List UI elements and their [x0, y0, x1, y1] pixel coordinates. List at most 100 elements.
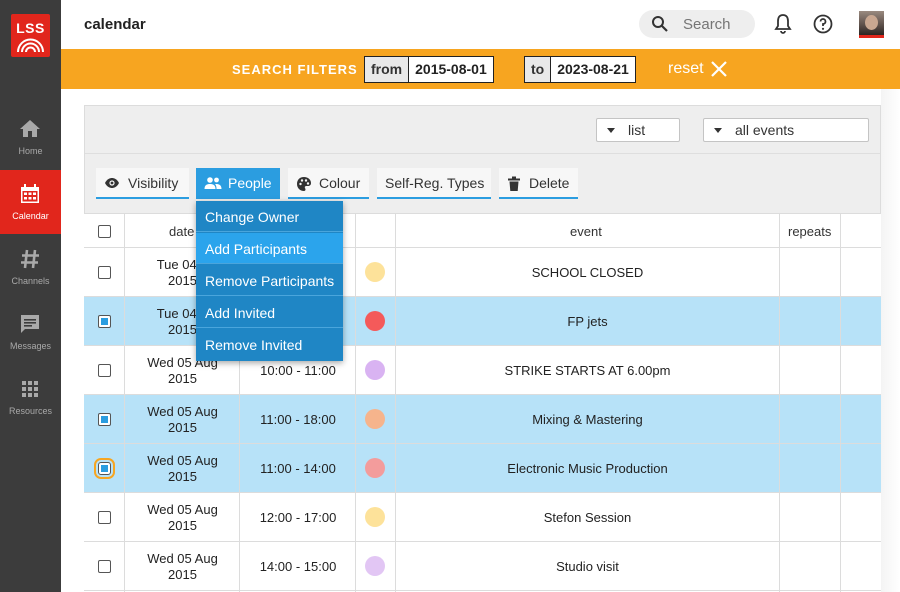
row-checkbox[interactable]: [98, 364, 111, 377]
time-cell: 14:00 - 15:00: [259, 559, 337, 574]
to-label: to: [525, 57, 552, 82]
search-icon: [652, 16, 668, 32]
sidebar-item-label: Messages: [9, 341, 52, 351]
to-date-field[interactable]: to 2023-08-21: [524, 56, 636, 83]
column-divider: [840, 213, 841, 592]
sidebar: LSS Home Calendar Channels Messages Reso…: [0, 0, 61, 592]
from-date-field[interactable]: from 2015-08-01: [364, 56, 494, 83]
sidebar-item-home[interactable]: Home: [0, 105, 61, 169]
sidebar-item-messages[interactable]: Messages: [0, 300, 61, 364]
user-avatar[interactable]: [859, 11, 884, 38]
row-checkbox[interactable]: [98, 560, 111, 573]
to-date-value[interactable]: 2023-08-21: [551, 57, 635, 82]
sidebar-item-label: Calendar: [12, 211, 49, 221]
sidebar-item-channels[interactable]: Channels: [0, 235, 61, 299]
scroll-edge: [881, 89, 900, 592]
event-cell: SCHOOL CLOSED: [531, 265, 644, 280]
self-reg-types-button[interactable]: Self-Reg. Types: [377, 168, 491, 199]
menu-item-add-participants[interactable]: Add Participants: [196, 233, 343, 264]
column-divider: [124, 213, 125, 592]
table-row[interactable]: Wed 05 Aug 2015 14:00 - 15:00 Studio visi…: [84, 542, 881, 591]
wifi-arcs-icon: [17, 38, 44, 53]
reset-button[interactable]: reset: [668, 60, 704, 78]
chat-icon: [21, 315, 39, 333]
colour-button[interactable]: Colour: [288, 168, 369, 199]
column-header-repeats[interactable]: repeats: [788, 224, 831, 239]
from-label: from: [365, 57, 410, 82]
delete-label: Delete: [529, 175, 570, 191]
bell-icon[interactable]: [771, 12, 795, 36]
events-filter-select[interactable]: all events: [703, 118, 869, 142]
help-icon[interactable]: [811, 12, 835, 36]
column-divider: [779, 213, 780, 592]
search-box[interactable]: [639, 10, 755, 38]
time-cell: 12:00 - 17:00: [259, 510, 337, 525]
event-colour-dot: [365, 556, 385, 576]
search-filters-label: SEARCH FILTERS: [232, 62, 358, 77]
logo-text: LSS: [16, 20, 45, 36]
event-cell: STRIKE STARTS AT 6.00pm: [504, 363, 671, 378]
visibility-label: Visibility: [128, 175, 179, 191]
column-header-date[interactable]: date: [169, 224, 194, 239]
divider: [85, 153, 880, 154]
menu-item-remove-invited[interactable]: Remove Invited: [196, 329, 343, 360]
close-icon[interactable]: [710, 60, 728, 78]
trash-icon: [508, 176, 520, 191]
event-colour-dot: [365, 409, 385, 429]
grid-icon: [22, 381, 38, 397]
event-colour-dot: [365, 360, 385, 380]
event-colour-dot: [365, 311, 385, 331]
event-cell: FP jets: [567, 314, 608, 329]
event-colour-dot: [365, 262, 385, 282]
time-cell: 11:00 - 18:00: [260, 412, 336, 427]
view-select-value: list: [628, 122, 646, 138]
search-input[interactable]: [683, 14, 749, 34]
row-checkbox[interactable]: [94, 458, 115, 479]
sidebar-item-resources[interactable]: Resources: [0, 365, 61, 429]
menu-item-change-owner[interactable]: Change Owner: [196, 201, 343, 232]
calendar-icon: [21, 184, 39, 203]
time-cell: 11:00 - 14:00: [260, 461, 336, 476]
row-checkbox[interactable]: [98, 413, 111, 426]
table-row[interactable]: Wed 05 Aug 2015 11:00 - 14:00 Electronic …: [84, 444, 881, 493]
table-row[interactable]: Wed 05 Aug 2015 11:00 - 18:00 Mixing & Ma…: [84, 395, 881, 444]
date-cell: Wed 05 Aug 2015: [147, 404, 218, 435]
event-cell: Studio visit: [556, 559, 619, 574]
people-label: People: [228, 175, 272, 191]
sidebar-item-label: Home: [18, 146, 43, 156]
people-dropdown-menu: Change Owner Add Participants Remove Par…: [196, 201, 343, 361]
view-select[interactable]: list: [596, 118, 680, 142]
table-row[interactable]: Wed 05 Aug 2015 12:00 - 17:00 Stefon Sess…: [84, 493, 881, 542]
sidebar-item-label: Channels: [11, 276, 50, 286]
event-cell: Mixing & Mastering: [532, 412, 643, 427]
event-cell: Electronic Music Production: [507, 461, 668, 476]
event-cell: Stefon Session: [543, 510, 632, 525]
select-all-checkbox[interactable]: [98, 225, 111, 238]
hash-icon: [21, 249, 39, 269]
column-header-event[interactable]: event: [570, 224, 602, 239]
date-cell: Wed 05 Aug 2015: [147, 551, 218, 582]
row-checkbox[interactable]: [98, 266, 111, 279]
home-icon: [20, 120, 40, 137]
row-checkbox[interactable]: [98, 511, 111, 524]
event-colour-dot: [365, 458, 385, 478]
visibility-button[interactable]: Visibility: [96, 168, 189, 199]
lss-logo[interactable]: LSS: [11, 14, 50, 57]
event-colour-dot: [365, 507, 385, 527]
menu-item-remove-participants[interactable]: Remove Participants: [196, 265, 343, 296]
colour-label: Colour: [319, 175, 361, 191]
column-divider: [355, 213, 356, 592]
self-reg-types-label: Self-Reg. Types: [385, 175, 485, 191]
from-date-value[interactable]: 2015-08-01: [409, 57, 493, 82]
date-cell: Wed 05 Aug 2015: [147, 453, 218, 484]
caret-down-icon: [714, 128, 722, 133]
column-divider: [395, 213, 396, 592]
menu-item-add-invited[interactable]: Add Invited: [196, 297, 343, 328]
people-button[interactable]: People: [196, 168, 280, 199]
page-title: calendar: [84, 16, 146, 33]
date-cell: Wed 05 Aug 2015: [147, 502, 218, 533]
sidebar-item-calendar[interactable]: Calendar: [0, 170, 61, 234]
row-checkbox[interactable]: [98, 315, 111, 328]
delete-button[interactable]: Delete: [499, 168, 578, 199]
people-icon: [204, 177, 222, 189]
